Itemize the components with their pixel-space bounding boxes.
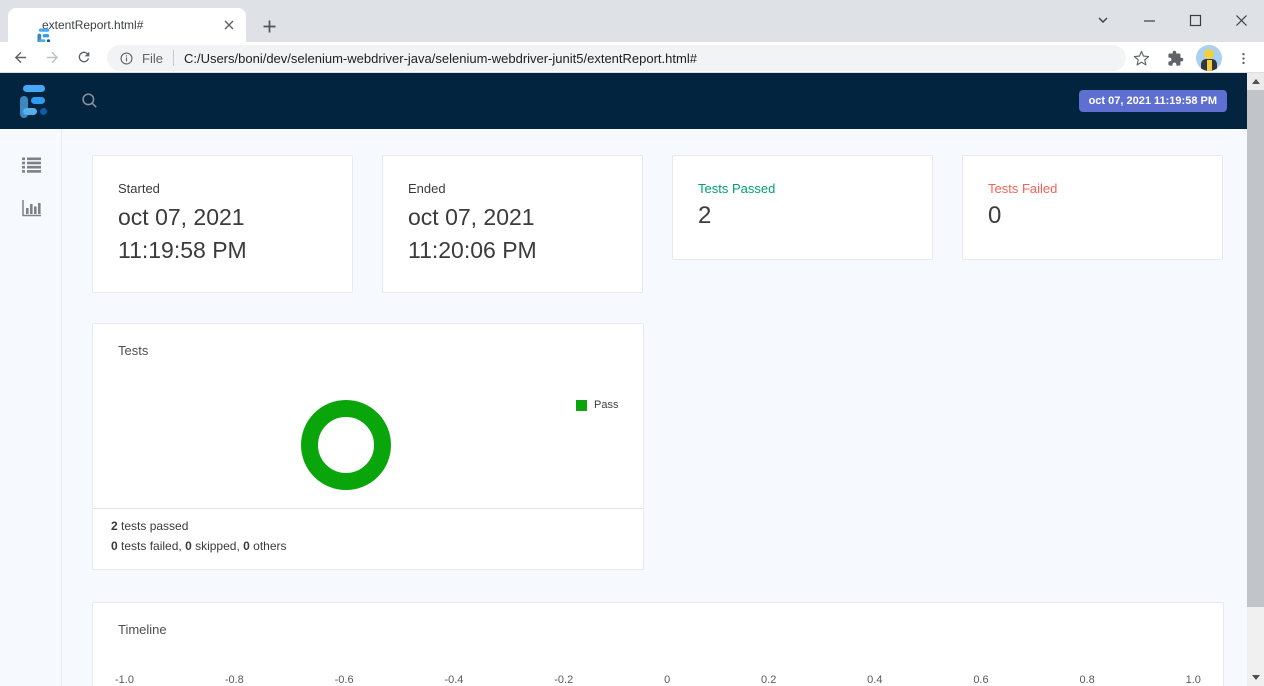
extent-logo: [19, 84, 49, 118]
timeline-x-axis: -1.0 -0.8 -0.6 -0.4 -0.2 0 0.2 0.4 0.6 0…: [115, 674, 1201, 686]
url-text[interactable]: C:/Users/boni/dev/selenium-webdriver-jav…: [184, 51, 697, 66]
bar-chart-icon: [22, 200, 41, 222]
started-label: Started: [118, 181, 327, 196]
profile-avatar[interactable]: [1196, 45, 1222, 71]
x-tick: 0.6: [973, 674, 988, 686]
tests-summary-line2: 0 tests failed, 0 skipped, 0 others: [111, 539, 625, 554]
x-tick: -0.8: [225, 674, 244, 686]
card-tests-passed: Tests Passed 2: [672, 155, 933, 260]
tests-passed-label: Tests Passed: [698, 181, 907, 196]
browser-tab[interactable]: extentReport.html#: [8, 8, 246, 42]
tests-donut-chart: [301, 400, 391, 490]
tests-failed-label: Tests Failed: [988, 181, 1197, 196]
forward-icon[interactable]: [38, 43, 66, 71]
x-tick: 0: [664, 674, 670, 686]
page-scrollbar[interactable]: [1247, 73, 1264, 686]
browser-addressbar: File C:/Users/boni/dev/selenium-webdrive…: [0, 42, 1264, 73]
file-scheme-label: File: [142, 51, 163, 66]
card-ended: Ended oct 07, 2021 11:20:06 PM: [382, 155, 643, 293]
page-info-icon[interactable]: [119, 51, 134, 66]
favicon-extent-logo: [18, 17, 34, 34]
ended-value: oct 07, 2021 11:20:06 PM: [408, 201, 617, 267]
browser-titlebar: extentReport.html#: [0, 0, 1264, 42]
x-tick: 0.4: [867, 674, 882, 686]
tests-summary: 2 tests passed 0 tests failed, 0 skipped…: [93, 508, 643, 569]
x-tick: -1.0: [115, 674, 134, 686]
minimize-button[interactable]: [1126, 0, 1172, 40]
tab-search-icon[interactable]: [1080, 0, 1126, 40]
x-tick: -0.6: [335, 674, 354, 686]
ended-label: Ended: [408, 181, 617, 196]
x-tick: -0.4: [444, 674, 463, 686]
report-sidebar: [0, 129, 62, 686]
x-tick: 0.8: [1079, 674, 1094, 686]
started-value: oct 07, 2021 11:19:58 PM: [118, 201, 327, 267]
tab-close-icon[interactable]: [220, 16, 238, 34]
x-tick: 0.2: [761, 674, 776, 686]
scrollbar-thumb[interactable]: [1247, 90, 1264, 607]
test-list-icon: [22, 157, 41, 178]
sidebar-item-tests[interactable]: [0, 145, 62, 189]
scrollbar-down-icon[interactable]: [1247, 669, 1264, 686]
extensions-puzzle-icon[interactable]: [1162, 45, 1188, 71]
search-icon[interactable]: [80, 91, 100, 116]
tests-failed-value: 0: [988, 200, 1197, 232]
legend-pass-label: Pass: [594, 399, 618, 411]
legend-pass[interactable]: Pass: [576, 399, 618, 411]
window-controls: [1080, 0, 1264, 40]
url-omnibox[interactable]: File C:/Users/boni/dev/selenium-webdrive…: [107, 45, 1126, 71]
reload-icon[interactable]: [70, 43, 98, 71]
tests-summary-line1: 2 tests passed: [111, 519, 625, 534]
maximize-button[interactable]: [1172, 0, 1218, 40]
report-main: Started oct 07, 2021 11:19:58 PM Ended o…: [63, 129, 1247, 686]
new-tab-button[interactable]: [256, 13, 282, 39]
close-window-button[interactable]: [1218, 0, 1264, 40]
sidebar-item-dashboard[interactable]: [0, 189, 62, 233]
report-header: oct 07, 2021 11:19:58 PM: [0, 73, 1264, 129]
back-icon[interactable]: [6, 43, 34, 71]
tests-chart-title: Tests: [118, 343, 148, 358]
x-tick: -0.2: [554, 674, 573, 686]
tab-title: extentReport.html#: [42, 18, 220, 32]
legend-pass-swatch: [576, 400, 587, 411]
card-tests-chart: Tests Pass 2 tests passed 0 tests failed…: [92, 323, 644, 570]
timeline-title: Timeline: [118, 622, 167, 637]
report-datetime-badge: oct 07, 2021 11:19:58 PM: [1079, 90, 1227, 112]
card-timeline: Timeline -1.0 -0.8 -0.6 -0.4 -0.2 0 0.2 …: [92, 602, 1224, 686]
scrollbar-up-icon[interactable]: [1247, 73, 1264, 90]
card-started: Started oct 07, 2021 11:19:58 PM: [92, 155, 353, 293]
card-tests-failed: Tests Failed 0: [962, 155, 1223, 260]
bookmark-star-icon[interactable]: [1128, 45, 1154, 71]
tests-passed-value: 2: [698, 200, 907, 232]
chrome-menu-kebab-icon[interactable]: [1230, 45, 1256, 71]
x-tick: 1.0: [1186, 674, 1201, 686]
omnibox-separator: [173, 50, 174, 66]
